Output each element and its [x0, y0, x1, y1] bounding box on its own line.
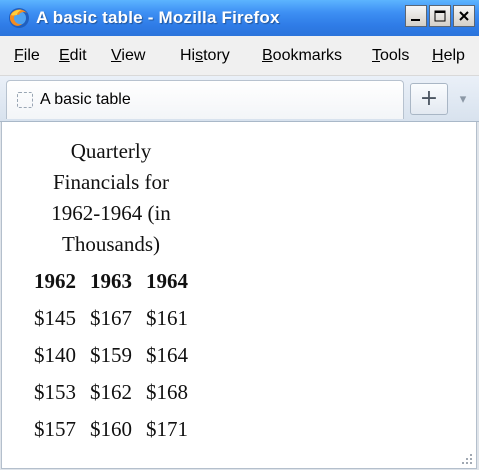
table-cell: $153 — [34, 380, 76, 404]
blank-page-icon — [17, 92, 33, 108]
list-all-tabs-button[interactable]: ▾ — [452, 83, 474, 115]
menu-edit[interactable]: Edit — [59, 47, 87, 65]
page-content: Quarterly Financials for 1962-1964 (in T… — [1, 122, 477, 469]
table-cell: $162 — [90, 380, 132, 404]
window-title: A basic table - Mozilla Firefox — [36, 8, 280, 27]
table-cell: $161 — [146, 306, 188, 330]
header-1964: 1964 — [146, 269, 188, 293]
tab-label: A basic table — [40, 91, 131, 108]
menu-view-mnemonic: V — [111, 47, 122, 64]
table-caption: Quarterly Financials for 1962-1964 (in T… — [51, 139, 171, 256]
menu-tools-mnemonic: T — [372, 47, 380, 64]
menu-tools-label: ools — [380, 47, 410, 64]
menu-history-label: tory — [203, 47, 230, 64]
menu-tools[interactable]: Tools — [372, 47, 409, 65]
window-controls — [405, 5, 475, 27]
header-1962: 1962 — [34, 269, 76, 293]
menu-bar: File Edit View History Bookmarks Tools H… — [0, 36, 479, 76]
menu-help[interactable]: Help — [432, 47, 465, 65]
menu-bookmarks-mnemonic: B — [262, 47, 273, 64]
plus-icon: + — [419, 86, 439, 111]
menu-view-label: iew — [121, 47, 146, 64]
menu-file-mnemonic: F — [14, 47, 24, 64]
table-cell: $140 — [34, 343, 76, 367]
title-bar[interactable]: A basic table - Mozilla Firefox — [0, 0, 479, 36]
table-cell: $167 — [90, 306, 132, 330]
minimize-button[interactable] — [405, 5, 427, 27]
table-cell: $164 — [146, 343, 188, 367]
resize-grip-icon[interactable] — [461, 453, 473, 465]
maximize-button[interactable] — [429, 5, 451, 27]
menu-bookmarks-label: ookmarks — [272, 47, 343, 64]
menu-edit-mnemonic: E — [59, 47, 70, 64]
table-cell: $159 — [90, 343, 132, 367]
header-1963: 1963 — [90, 269, 132, 293]
tab-a-basic-table[interactable]: A basic table — [6, 80, 404, 119]
tab-strip: A basic table + ▾ — [0, 76, 479, 122]
close-icon — [459, 11, 469, 21]
menu-history-mnemonic: s — [195, 47, 204, 64]
table-cell: $171 — [146, 417, 188, 441]
menu-file[interactable]: File — [14, 47, 40, 65]
menu-help-mnemonic: H — [432, 47, 444, 64]
menu-edit-label: dit — [69, 47, 87, 64]
menu-history-prefix: Hi — [180, 47, 196, 64]
table-row: $157 $160 $171 — [28, 412, 194, 447]
menu-bookmarks[interactable]: Bookmarks — [262, 47, 342, 65]
table-cell: $160 — [90, 417, 132, 441]
menu-help-label: elp — [443, 47, 465, 64]
financials-table: Quarterly Financials for 1962-1964 (in T… — [26, 136, 196, 449]
browser-window: A basic table - Mozilla Firefox File Edi… — [0, 0, 479, 470]
table-header-row: 1962 1963 1964 — [28, 264, 194, 299]
table-cell: $145 — [34, 306, 76, 330]
table-row: $145 $167 $161 — [28, 301, 194, 336]
table-cell: $168 — [146, 380, 188, 404]
table-row: $153 $162 $168 — [28, 375, 194, 410]
chevron-down-icon: ▾ — [459, 91, 467, 107]
table-row: $140 $159 $164 — [28, 338, 194, 373]
firefox-icon[interactable] — [8, 7, 30, 29]
menu-view[interactable]: View — [111, 47, 145, 65]
table-cell: $157 — [34, 417, 76, 441]
menu-file-label: ile — [23, 47, 40, 64]
menu-history[interactable]: History — [180, 47, 230, 65]
maximize-icon — [434, 10, 446, 22]
new-tab-button[interactable]: + — [410, 83, 448, 115]
close-button[interactable] — [453, 5, 475, 27]
minimize-icon — [411, 19, 420, 21]
